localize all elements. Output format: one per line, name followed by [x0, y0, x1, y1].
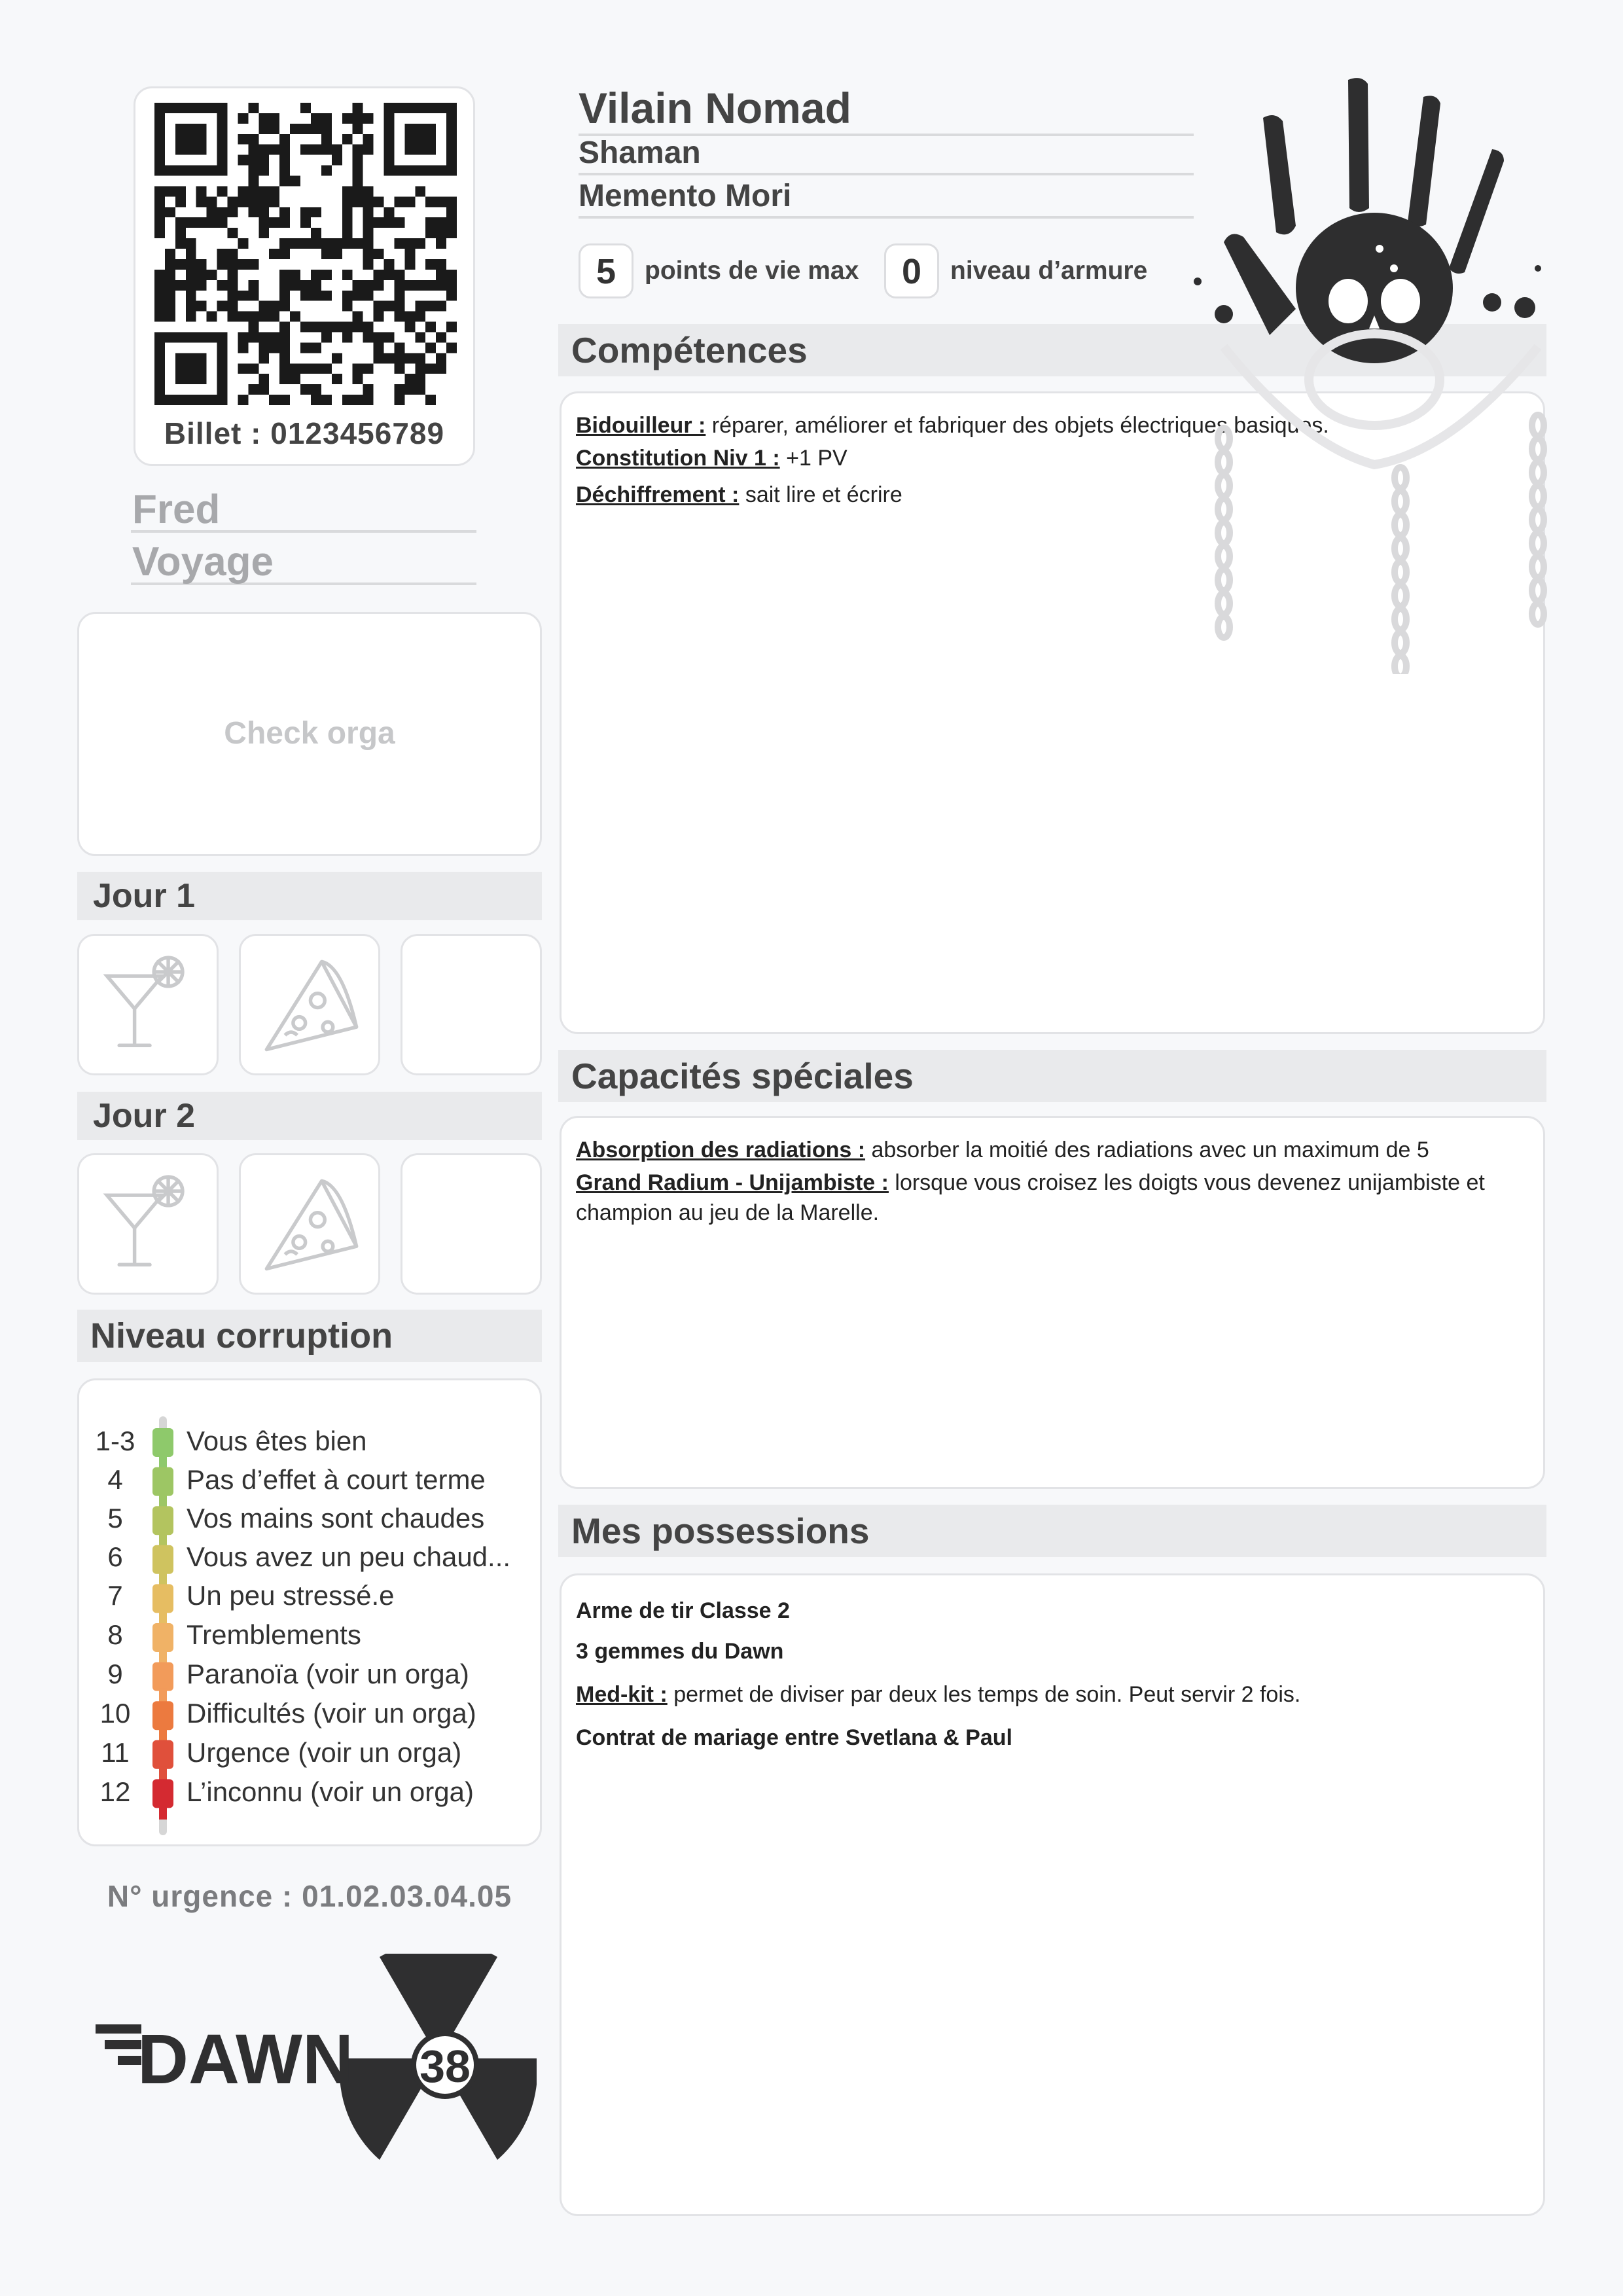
emergency-number: N° urgence : 01.02.03.04.05 [107, 1879, 512, 1913]
hp-value: 5 [579, 243, 633, 298]
day-1-food-slot [239, 934, 380, 1075]
armor-label: niveau d’armure [950, 257, 1148, 285]
ticket-number: Billet : 0123456789 [164, 416, 445, 450]
memento-mori-emblem [1194, 78, 1547, 674]
corruption-level: 9 Paranoïa (voir un orga) [107, 1659, 469, 1689]
player-travel: Voyage [131, 542, 476, 585]
corruption-level: 4 Pas d’effet à court terme [107, 1464, 486, 1495]
corruption-header: Niveau corruption [77, 1310, 542, 1362]
corruption-level: 6 Vous avez un peu chaud... [107, 1541, 511, 1572]
day-2-header: Jour 2 [77, 1092, 542, 1140]
pizza-icon [264, 960, 359, 1052]
check-orga-label: Check orga [224, 716, 395, 751]
day-2-drink-slot [77, 1153, 219, 1295]
character-class: Shaman [579, 137, 1194, 175]
possession-item: Arme de tir Classe 2 [576, 1598, 790, 1623]
abilities-card: Absorption des radiations : absorber la … [560, 1116, 1545, 1489]
possessions-header: Mes possessions [558, 1505, 1546, 1557]
corruption-scale: 1-3 Vous êtes bien 4 Pas d’effet à court t… [77, 1378, 542, 1846]
corruption-level: 11 Urgence (voir un orga) [101, 1737, 462, 1768]
corruption-level: 8 Tremblements [107, 1619, 361, 1650]
possession-item: Med-kit : permet de diviser par deux les… [576, 1682, 1301, 1707]
day-1-drink-slot [77, 934, 219, 1075]
possessions-card: Arme de tir Classe 2 3 gemmes du Dawn Me… [560, 1573, 1545, 2216]
check-orga-box: Check orga [77, 612, 542, 856]
qr-code [154, 103, 457, 405]
character-group: Memento Mori [579, 181, 1194, 219]
abilities-header: Capacités spéciales [558, 1050, 1546, 1102]
cocktail-icon [103, 956, 185, 1048]
ability-item: Grand Radium - Unijambiste : lorsque vou… [576, 1170, 1485, 1225]
pizza-icon [264, 1179, 359, 1271]
character-name: Vilain Nomad [579, 86, 1194, 136]
corruption-level: 1-3 Vous êtes bien [95, 1426, 367, 1456]
ability-item: Absorption des radiations : absorber la … [576, 1138, 1429, 1162]
day-2-empty-slot [401, 1153, 542, 1295]
possession-item: Contrat de mariage entre Svetlana & Paul [576, 1725, 1012, 1750]
possession-item: 3 gemmes du Dawn [576, 1639, 784, 1664]
corruption-level: 12 L’inconnu (voir un orga) [99, 1776, 474, 1807]
armor-value: 0 [884, 243, 939, 298]
logo-text: DAWN [137, 2019, 353, 2098]
day-1-header: Jour 1 [77, 872, 542, 920]
cocktail-icon [103, 1175, 185, 1267]
day-1-empty-slot [401, 934, 542, 1075]
corruption-level: 7 Un peu stressé.e [107, 1580, 395, 1611]
day-2-food-slot [239, 1153, 380, 1295]
player-name: Fred [131, 490, 476, 533]
corruption-level: 10 Difficultés (voir un orga) [99, 1698, 476, 1729]
logo-number: 38 [419, 2041, 471, 2092]
hp-label: points de vie max [645, 257, 859, 285]
dawn-38-logo: DAWN 38 [96, 1954, 537, 2160]
corruption-level: 5 Vos mains sont chaudes [107, 1503, 485, 1534]
ticket-card: Billet : 0123456789 [134, 86, 475, 466]
